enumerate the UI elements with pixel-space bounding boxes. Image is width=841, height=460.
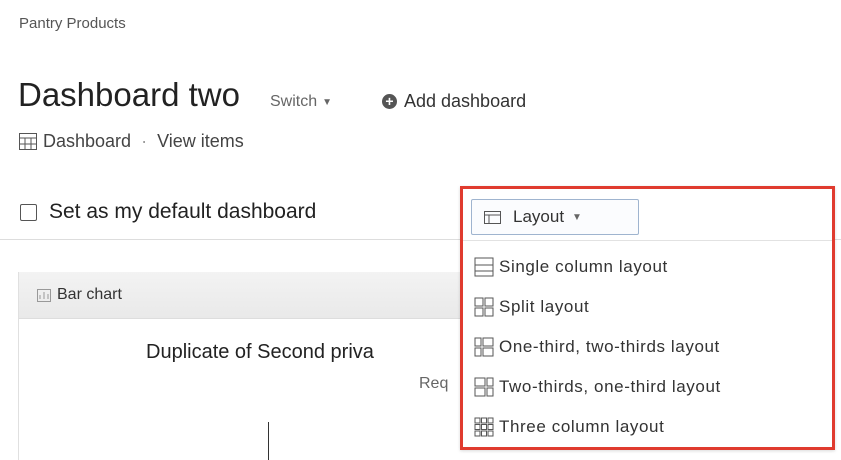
- add-dashboard-button[interactable]: + Add dashboard: [382, 91, 526, 112]
- view-items-link[interactable]: View items: [157, 131, 244, 152]
- option-label: Three column layout: [499, 417, 665, 436]
- layout-option-split[interactable]: Split layout: [473, 287, 833, 327]
- one-third-two-thirds-icon: [474, 337, 494, 357]
- chart-widget-icon: [37, 288, 51, 302]
- chevron-down-icon: ▼: [572, 211, 582, 223]
- dashboard-grid-icon: [19, 133, 37, 150]
- subnav-separator: ·: [141, 131, 148, 151]
- menu-divider: [463, 240, 832, 241]
- layout-dropdown-highlight: Layout ▼ Single column layout Split layo…: [460, 186, 835, 450]
- layout-button-label: Layout: [513, 207, 565, 226]
- add-dashboard-label: Add dashboard: [404, 91, 527, 111]
- default-dashboard-label: Set as my default dashboard: [49, 200, 317, 223]
- option-label: Split layout: [499, 297, 590, 316]
- header: Dashboard two Switch ▼ + Add dashboard: [18, 76, 526, 114]
- layout-option-two-thirds-one-third[interactable]: Two-thirds, one-third layout: [473, 367, 833, 407]
- split-layout-icon: [474, 297, 494, 317]
- bar-chart-panel: Bar chart Duplicate of Second priva Req: [18, 272, 479, 460]
- dashboard-page: Pantry Products Dashboard two Switch ▼ +…: [0, 0, 841, 460]
- chart-axis-line: [268, 422, 269, 460]
- chart-heading: Duplicate of Second priva: [146, 341, 374, 363]
- switch-dashboard-button[interactable]: Switch ▼: [270, 93, 332, 111]
- three-column-icon: [474, 417, 494, 437]
- option-label: Two-thirds, one-third layout: [499, 377, 721, 396]
- chevron-down-icon: ▼: [322, 96, 332, 108]
- layout-menu: Single column layout Split layout One-th…: [473, 247, 833, 447]
- chart-subheading: Req: [419, 375, 449, 392]
- dashboard-subnav: Dashboard · View items: [19, 131, 244, 152]
- panel-header: Bar chart: [19, 272, 479, 319]
- dashboard-link[interactable]: Dashboard: [43, 131, 131, 152]
- panel-title-label: Bar chart: [57, 286, 122, 303]
- default-dashboard-option[interactable]: Set as my default dashboard: [20, 200, 316, 224]
- panel-title: Bar chart: [37, 286, 122, 304]
- layout-option-three-column[interactable]: Three column layout: [473, 407, 833, 447]
- switch-label: Switch: [269, 93, 318, 110]
- plus-circle-icon: +: [382, 94, 397, 109]
- two-thirds-one-third-icon: [474, 377, 494, 397]
- default-dashboard-checkbox[interactable]: [20, 203, 37, 221]
- layout-icon: [484, 210, 501, 224]
- breadcrumb[interactable]: Pantry Products: [19, 15, 126, 32]
- single-column-icon: [474, 257, 494, 277]
- layout-option-single-column[interactable]: Single column layout: [473, 247, 833, 287]
- option-label: One-third, two-thirds layout: [499, 337, 720, 356]
- layout-button[interactable]: Layout ▼: [471, 199, 639, 235]
- page-title: Dashboard two: [18, 76, 240, 113]
- layout-option-one-third-two-thirds[interactable]: One-third, two-thirds layout: [473, 327, 833, 367]
- option-label: Single column layout: [499, 257, 668, 276]
